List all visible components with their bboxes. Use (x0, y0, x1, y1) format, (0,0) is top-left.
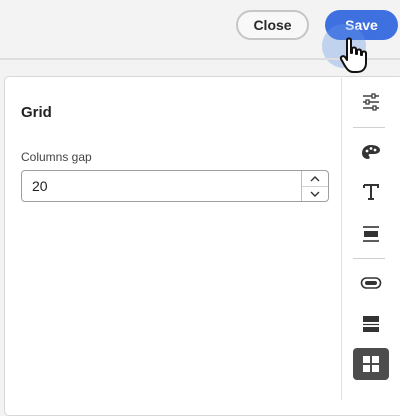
tool-grid[interactable] (353, 348, 389, 380)
align-icon (363, 226, 379, 242)
tool-text[interactable] (353, 176, 389, 208)
tool-settings[interactable] (353, 86, 389, 118)
decrement-button[interactable] (302, 186, 328, 201)
hand-cursor-icon (339, 37, 367, 73)
chevron-up-icon (310, 175, 320, 181)
columns-gap-input[interactable] (32, 177, 282, 195)
chevron-down-icon (310, 191, 320, 197)
tool-divider (353, 127, 385, 128)
tool-style[interactable] (353, 136, 389, 168)
button-icon (360, 277, 382, 289)
sliders-icon (363, 93, 379, 111)
tool-divider-block[interactable] (353, 308, 389, 340)
columns-gap-stepper (21, 170, 329, 202)
grid-icon (363, 356, 379, 372)
columns-gap-label: Columns gap (21, 150, 92, 164)
panel-title: Grid (21, 104, 52, 121)
tool-alignment[interactable] (353, 218, 389, 250)
close-button[interactable]: Close (236, 10, 309, 40)
stepper-buttons (301, 171, 328, 201)
divider-icon (363, 316, 379, 332)
text-icon (363, 184, 379, 200)
tool-button[interactable] (353, 267, 389, 299)
palette-icon (362, 145, 380, 159)
increment-button[interactable] (302, 171, 328, 187)
sidebar-separator (341, 78, 342, 400)
tool-divider (353, 258, 385, 259)
